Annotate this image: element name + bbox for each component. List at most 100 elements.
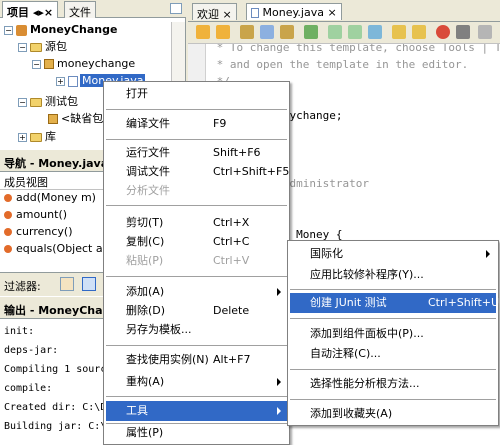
expand-icon[interactable]: +	[18, 132, 27, 142]
member-item[interactable]: equals(Object anO	[4, 241, 118, 257]
tab-projects[interactable]: 项目 ◂▸×	[2, 1, 59, 19]
collapse-icon[interactable]: −	[4, 25, 13, 35]
find-icon[interactable]	[260, 25, 274, 39]
output-line: Compiling 1 source	[4, 364, 113, 375]
menu-separator	[106, 345, 287, 346]
menu-separator	[290, 369, 496, 370]
filter-static-icon[interactable]	[82, 277, 96, 291]
stop-macro-icon[interactable]	[456, 25, 470, 39]
tree-item-project[interactable]: − MoneyChange	[4, 22, 117, 38]
method-icon	[4, 194, 12, 202]
menu-item-add-to-palette[interactable]: 添加到组件面板中(P)...	[290, 324, 496, 344]
collapse-icon[interactable]: −	[32, 59, 41, 69]
package-icon	[44, 59, 54, 69]
java-file-icon	[251, 8, 259, 18]
menu-item-i18n[interactable]: 国际化	[290, 244, 496, 264]
menu-item-find-usages[interactable]: 查找使用实例(N) Alt+F7	[106, 350, 287, 370]
output-line: Created dir: C:\D	[4, 402, 107, 413]
start-macro-icon[interactable]	[436, 25, 450, 39]
menu-item-auto-comment[interactable]: 自动注释(C)...	[290, 344, 496, 364]
comment-icon[interactable]	[478, 25, 492, 39]
menu-item-add-to-favorites[interactable]: 添加到收藏夹(A)	[290, 404, 496, 424]
next-bookmark-icon[interactable]	[348, 25, 362, 39]
close-icon[interactable]: ×	[223, 8, 232, 21]
tab-files[interactable]: 文件	[64, 1, 96, 19]
output-line: compile:	[4, 383, 53, 394]
previous-bookmark-icon[interactable]	[328, 25, 342, 39]
menu-separator	[290, 399, 496, 400]
minimize-projects-button[interactable]	[170, 3, 182, 14]
menu-item-open[interactable]: 打开	[106, 84, 287, 104]
code-line: * and open the template in the editor.	[210, 58, 469, 71]
menu-item-delete[interactable]: 删除(D) Delete	[106, 301, 287, 321]
member-item[interactable]: amount()	[4, 207, 67, 223]
expand-icon[interactable]: +	[56, 76, 65, 86]
member-item[interactable]: add(Money m)	[4, 190, 96, 206]
submenu-arrow-icon	[486, 250, 490, 258]
output-line: init:	[4, 326, 35, 337]
package-icon	[48, 114, 58, 124]
tree-item-test-packages[interactable]: − 测试包	[18, 94, 78, 110]
tools-submenu: 国际化 应用比较修补程序(Y)... 创建 JUnit 测试 Ctrl+Shift…	[287, 240, 499, 426]
navigator-title: 导航 - Money.java	[4, 157, 109, 170]
menu-item-debug[interactable]: 调试文件 Ctrl+Shift+F5	[106, 162, 289, 182]
folder-icon	[30, 132, 42, 142]
menu-item-cut[interactable]: 剪切(T) Ctrl+X	[106, 213, 287, 233]
collapse-icon[interactable]: −	[18, 42, 27, 52]
menu-item-add[interactable]: 添加(A)	[106, 282, 287, 302]
tree-item-source-packages[interactable]: − 源包	[18, 39, 67, 55]
method-icon	[4, 211, 12, 219]
menu-item-apply-diff-patch[interactable]: 应用比较修补程序(Y)...	[290, 265, 496, 285]
filter-fields-icon[interactable]	[60, 277, 74, 291]
submenu-arrow-icon	[277, 288, 281, 296]
output-line: Building jar: C:\	[4, 421, 107, 432]
find-next-icon[interactable]	[280, 25, 294, 39]
submenu-arrow-icon	[277, 407, 281, 415]
menu-item-properties[interactable]: 属性(P)	[106, 423, 287, 443]
output-title: 输出 - MoneyChang	[4, 304, 119, 317]
java-file-icon	[68, 75, 78, 87]
toggle-highlight-icon[interactable]	[304, 25, 318, 39]
menu-item-create-junit-test[interactable]: 创建 JUnit 测试 Ctrl+Shift+U	[290, 293, 499, 313]
project-icon	[16, 24, 27, 36]
member-item[interactable]: currency()	[4, 224, 73, 240]
menu-item-run[interactable]: 运行文件 Shift+F6	[106, 143, 287, 163]
tab-arrows-icon[interactable]: ◂▸×	[33, 6, 53, 19]
shift-left-icon[interactable]	[392, 25, 406, 39]
menu-separator	[106, 109, 287, 110]
menu-item-paste: 粘贴(P) Ctrl+V	[126, 254, 250, 267]
menu-separator	[106, 396, 287, 397]
collapse-icon[interactable]: −	[18, 97, 27, 107]
menu-separator	[106, 205, 287, 206]
method-icon	[4, 245, 12, 253]
shift-right-icon[interactable]	[412, 25, 426, 39]
menu-separator	[106, 139, 287, 140]
close-icon[interactable]: ×	[327, 6, 336, 19]
editor-toolbar	[188, 22, 500, 44]
menu-item-select-profiling-root[interactable]: 选择性能分析根方法...	[290, 374, 496, 394]
back-icon[interactable]	[196, 25, 210, 39]
menu-separator	[290, 318, 496, 319]
menu-item-tools[interactable]: 工具	[106, 401, 287, 421]
menu-separator	[106, 276, 287, 277]
menu-item-profile: 分析文件	[126, 184, 170, 197]
tree-item-libraries[interactable]: + 库	[18, 129, 56, 145]
tab-money-java[interactable]: Money.java ×	[246, 3, 342, 20]
method-icon	[4, 228, 12, 236]
find-previous-icon[interactable]	[240, 25, 254, 39]
code-line: * To change this template, choose Tools …	[210, 44, 500, 54]
context-menu: 打开 编译文件 F9 运行文件 Shift+F6 调试文件 Ctrl+Shift+F5…	[103, 81, 290, 445]
folder-icon	[30, 97, 42, 107]
menu-item-save-as-template[interactable]: 另存为模板...	[106, 320, 287, 340]
submenu-arrow-icon	[277, 378, 281, 386]
tab-welcome[interactable]: 欢迎 ×	[192, 3, 237, 21]
menu-separator	[290, 289, 496, 290]
menu-item-copy[interactable]: 复制(C) Ctrl+C	[106, 232, 287, 252]
toggle-bookmark-icon[interactable]	[368, 25, 382, 39]
output-line: deps-jar:	[4, 345, 59, 356]
folder-icon	[30, 42, 42, 52]
forward-icon[interactable]	[216, 25, 230, 39]
tree-item-package[interactable]: − moneychange	[32, 56, 135, 72]
menu-item-refactor[interactable]: 重构(A)	[106, 372, 287, 392]
menu-item-compile[interactable]: 编译文件 F9	[106, 114, 287, 134]
